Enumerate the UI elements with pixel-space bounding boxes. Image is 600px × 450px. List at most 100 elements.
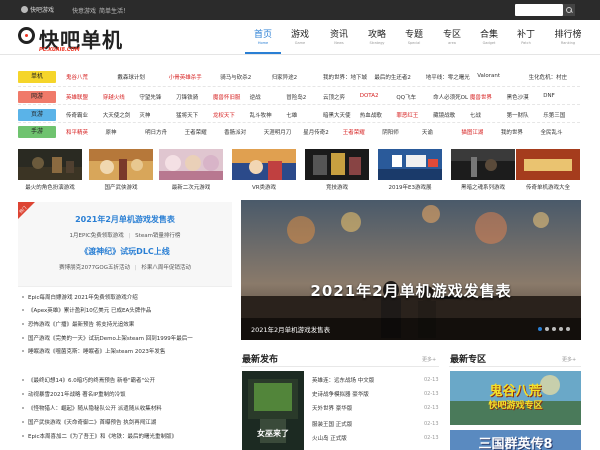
category-item[interactable]: 穿越火线 [103, 93, 125, 101]
thumb-esports-label[interactable]: 竞技游戏 [297, 183, 377, 191]
latest-item-name[interactable]: 史诗战争模拟器 豪华版 [312, 390, 369, 398]
category-item[interactable]: 香肠派对 [224, 128, 246, 136]
category-item[interactable]: 我的世界 [501, 128, 523, 136]
thumb-anime[interactable] [159, 149, 223, 180]
hero-caption[interactable]: 2021年2月单机游戏发售表 [251, 324, 330, 334]
category-item[interactable]: 小骨英雄杀手 [169, 73, 202, 81]
news-list-item[interactable]: 《最终幻想14》6.0暗巧的终焉预告 新卷"霸者"公开 [22, 376, 155, 384]
category-item[interactable]: 七雄 [286, 111, 297, 119]
category-item[interactable]: 逆战 [250, 93, 261, 101]
category-item[interactable]: 戴森球计划 [117, 73, 145, 81]
category-item[interactable]: 热血战歌 [360, 111, 382, 119]
category-item[interactable]: 最后的生还者2 [374, 73, 411, 81]
category-item[interactable]: 原神 [106, 128, 117, 136]
nav-gadget[interactable]: 合集 Gadget [474, 30, 504, 50]
category-tag[interactable]: 手游 [18, 126, 56, 138]
category-item[interactable]: 归家异途2 [272, 73, 298, 81]
thumb-e3[interactable] [378, 149, 442, 180]
search-input[interactable] [515, 4, 563, 16]
category-item[interactable]: 我的世界：地下城 [323, 73, 367, 81]
zone-more-link[interactable]: 更多+ [562, 356, 576, 363]
category-item[interactable]: 冒险岛2 [286, 93, 306, 101]
category-item[interactable]: 全民乱斗 [540, 128, 562, 136]
category-item[interactable]: 云顶之弈 [323, 93, 345, 101]
home-link[interactable]: 快吧游戏 [21, 5, 54, 14]
category-item[interactable]: 命人必须死OL [433, 93, 468, 101]
category-item[interactable]: 藏镜战歌 [433, 111, 455, 119]
latest-item-name[interactable]: 天外世界 豪华版 [312, 404, 352, 412]
carousel-dot-4[interactable] [559, 327, 563, 331]
thumb-vr[interactable] [232, 149, 296, 180]
category-item[interactable]: 乐第三国 [543, 111, 565, 119]
category-item[interactable]: 魔兽世界 [470, 93, 492, 101]
category-tag[interactable]: 页游 [18, 109, 56, 121]
thumb-wuxia-label[interactable]: 国产武侠游戏 [81, 183, 161, 191]
category-item[interactable]: QQ飞车 [396, 93, 416, 101]
news-list-item[interactable]: 国产游戏《完美的一天》试玩Demo上架steam 回到1999年最后一 [22, 334, 193, 342]
thumb-rpg-label[interactable]: 最火的角色扮演游戏 [10, 183, 90, 191]
category-item[interactable]: 守望先锋 [139, 93, 161, 101]
news-list-item[interactable]: 《怪物猎人：崛起》随从隐秘队公开 派遣随从收集材料 [22, 404, 162, 412]
news-list-item[interactable]: Epic本周喜加二《为了吾王》和《地铁：最后的曙光重制版》 [22, 432, 177, 440]
category-item[interactable]: 魔兽怀旧服 [213, 93, 241, 101]
category-item[interactable]: 黑色沙漠 [507, 93, 529, 101]
category-tag[interactable]: 单机 [18, 71, 56, 83]
category-item[interactable]: 大天使之剑 [103, 111, 131, 119]
nav-area[interactable]: 专区 area [437, 30, 467, 50]
carousel-dot-3[interactable] [552, 327, 556, 331]
category-item[interactable]: 生化危机：村庄 [529, 73, 568, 81]
category-item[interactable]: 传奇霸业 [66, 111, 88, 119]
nav-special[interactable]: 专题 Special [399, 30, 429, 50]
featured-sub-link-1b[interactable]: Steam销量排行榜 [135, 233, 180, 239]
category-tag[interactable]: 网游 [18, 91, 56, 103]
category-item[interactable]: 星月传奇2 [303, 128, 329, 136]
search-icon[interactable] [563, 4, 575, 16]
category-item[interactable]: 明日方舟 [145, 128, 167, 136]
category-item[interactable]: 王者荣耀 [185, 128, 207, 136]
category-item[interactable]: 猫图江湖 [461, 128, 483, 136]
category-item[interactable]: DNF [543, 93, 555, 99]
category-item[interactable]: 地平线：零之曙光 [426, 73, 470, 81]
carousel-dot-1[interactable] [538, 327, 542, 331]
category-item[interactable]: Valorant [477, 73, 500, 79]
news-list-item[interactable]: 恐怖游戏《广播》最新预告 将支持光追效果 [22, 320, 134, 328]
thumb-vr-label[interactable]: VR类游戏 [224, 183, 304, 191]
carousel-dot-2[interactable] [545, 327, 549, 331]
thumb-wuxia[interactable] [89, 149, 153, 180]
category-item[interactable]: 和平精英 [66, 128, 88, 136]
featured-sub-link-1a[interactable]: 1月EPIC免费领取游戏 [70, 233, 124, 239]
top-link-1[interactable]: 快意游戏 [72, 6, 96, 15]
category-item[interactable]: 刀锋铁骑 [176, 93, 198, 101]
thumb-anime-label[interactable]: 最新二次元游戏 [151, 183, 231, 191]
category-item[interactable]: 龙权天下 [213, 111, 235, 119]
news-list-item[interactable]: 动视暴雪2021年战略 著名IP重制的冷饭 [22, 390, 126, 398]
latest-item-name[interactable]: 服装王国 正式版 [312, 420, 352, 428]
featured-sub-link-2b[interactable]: 杉果八周年促销活动 [141, 265, 191, 271]
category-item[interactable]: 猛将天下 [176, 111, 198, 119]
top-link-2[interactable]: 简单生活！ [99, 6, 129, 15]
nav-strategy[interactable]: 攻略 Strategy [362, 30, 392, 50]
nav-ranking[interactable]: 排行榜 Ranking [548, 30, 588, 50]
category-item[interactable]: 灭神 [139, 111, 150, 119]
carousel-dot-5[interactable] [566, 327, 570, 331]
nav-news[interactable]: 资讯 News [324, 30, 354, 50]
thumb-legend[interactable] [516, 149, 580, 180]
thumb-darksouls[interactable] [451, 149, 515, 180]
news-list-item[interactable]: 《Apex英雄》累计盈利10亿美元 已成EA头牌作品 [22, 306, 151, 314]
category-item[interactable]: 鬼谷八荒 [66, 73, 88, 81]
featured-headline-2[interactable]: 《渡神纪》试玩DLC上线 [18, 246, 232, 257]
thumb-e3-label[interactable]: 2019年E3游戏展 [370, 183, 450, 191]
thumb-rpg[interactable] [18, 149, 82, 180]
latest-more-link[interactable]: 更多+ [422, 356, 436, 363]
category-item[interactable]: 天涯明月刀 [264, 128, 292, 136]
featured-headline-1[interactable]: 2021年2月单机游戏发售表 [18, 214, 232, 225]
category-item[interactable]: 第一财队 [507, 111, 529, 119]
category-item[interactable]: 七战 [470, 111, 481, 119]
category-item[interactable]: 乱斗牧神 [250, 111, 272, 119]
news-list-item[interactable]: Epic每周白嫖游戏 2021年免费领取游戏介绍 [22, 293, 138, 301]
category-item[interactable]: 暗黑大天使 [323, 111, 351, 119]
category-item[interactable]: 王者荣耀 [343, 128, 365, 136]
news-list-item[interactable]: 睡眠游戏《噬菌克斯：睡眠者》上架steam 2023年发售 [22, 347, 165, 355]
site-logo[interactable]: 快吧单机 PC.KUAI8.COM [18, 24, 158, 56]
nav-game[interactable]: 游戏 Game [285, 30, 315, 50]
